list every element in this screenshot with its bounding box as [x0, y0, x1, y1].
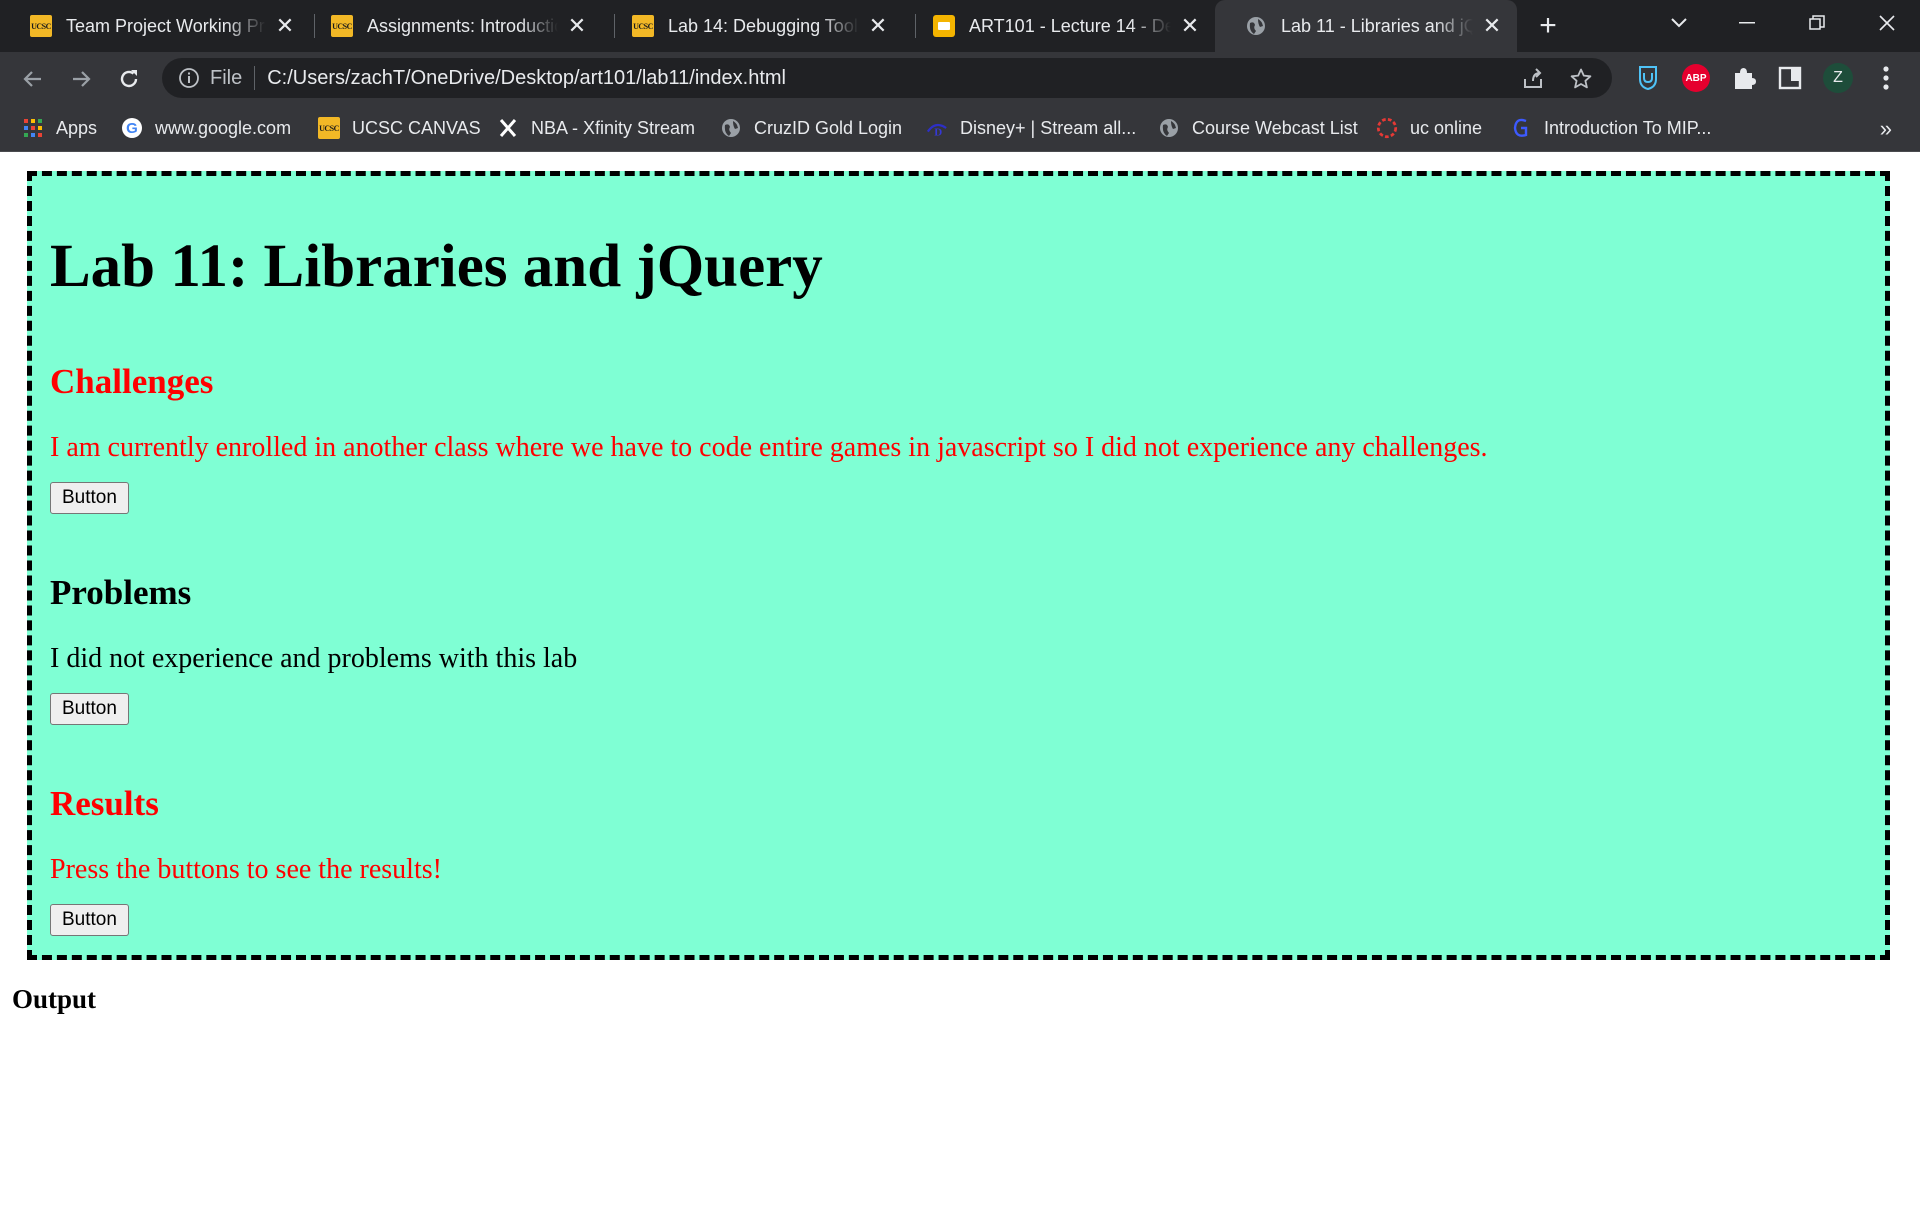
challenges-button[interactable]: Button [50, 482, 129, 514]
tab-title: Lab 11 - Libraries and jQu [1281, 15, 1473, 36]
info-icon[interactable] [178, 67, 200, 89]
results-text: Press the buttons to see the results! [50, 854, 442, 885]
globe-icon [720, 117, 742, 139]
bookmark-label: NBA - Xfinity Stream [531, 117, 696, 138]
tab-team-project[interactable]: UCSC Team Project Working Pro ✕ [0, 0, 310, 52]
problems-heading: Problems [50, 573, 192, 612]
minimize-button[interactable] [1716, 0, 1778, 46]
tab-art101-lecture[interactable]: ART101 - Lecture 14 - Del ✕ [903, 0, 1215, 52]
bookmark-mip[interactable]: Introduction To MIP... [1510, 114, 1711, 142]
adblock-plus-icon[interactable]: ABP [1680, 62, 1712, 94]
bookmark-label: UCSC CANVAS [352, 117, 481, 138]
browser-toolbar: File C:/Users/zachT/OneDrive/Desktop/art… [0, 52, 1920, 104]
close-icon[interactable]: ✕ [867, 15, 889, 37]
globe-icon [1245, 15, 1267, 37]
reading-list-icon[interactable] [1774, 62, 1806, 94]
tab-lab-11-active[interactable]: Lab 11 - Libraries and jQu ✕ [1215, 0, 1517, 52]
bookmark-course-webcast[interactable]: Course Webcast List [1158, 114, 1358, 142]
new-tab-button[interactable]: + [1530, 11, 1566, 41]
bookmark-google[interactable]: G www.google.com [121, 114, 291, 142]
slides-icon [933, 15, 955, 37]
bookmark-label: CruzID Gold Login [754, 117, 903, 138]
results-button[interactable]: Button [50, 904, 129, 936]
bookmark-label: Disney+ | Stream all... [960, 117, 1137, 138]
restore-button[interactable] [1786, 0, 1848, 46]
bookmark-nba-xfinity[interactable]: NBA - Xfinity Stream [497, 114, 695, 142]
share-icon[interactable] [1520, 66, 1546, 92]
url-text[interactable]: C:/Users/zachT/OneDrive/Desktop/art101/l… [267, 67, 786, 90]
tab-strip: UCSC Team Project Working Pro ✕ UCSC Ass… [0, 0, 1920, 52]
extensions-puzzle-icon[interactable] [1728, 62, 1760, 94]
problems-button[interactable]: Button [50, 693, 129, 725]
bookmark-label: www.google.com [155, 117, 292, 138]
bookmark-cruzid[interactable]: CruzID Gold Login [720, 114, 902, 142]
extension-shield-icon[interactable] [1632, 62, 1664, 94]
profile-avatar[interactable]: Z [1822, 62, 1854, 94]
ucsc-icon: UCSC [331, 15, 353, 37]
apps-grid-icon [22, 117, 44, 139]
close-icon[interactable]: ✕ [274, 15, 296, 37]
omnibox-divider [254, 66, 256, 90]
tab-title: Assignments: Introduction [367, 15, 558, 36]
uc-online-icon [1376, 117, 1398, 139]
problems-text: I did not experience and problems with t… [50, 643, 578, 674]
scheme-label: File [210, 66, 243, 89]
page-title: Lab 11: Libraries and jQuery [50, 233, 823, 300]
disney-icon: D [926, 117, 948, 139]
mip-icon [1510, 117, 1532, 139]
bookmark-star-icon[interactable] [1568, 66, 1594, 92]
forward-button[interactable] [64, 62, 98, 96]
close-icon[interactable]: ✕ [566, 15, 588, 37]
tab-lab-14[interactable]: UCSC Lab 14: Debugging Tools ✕ [602, 0, 903, 52]
output-heading: Output [12, 984, 97, 1014]
ucsc-icon: UCSC [632, 15, 654, 37]
reload-button[interactable] [112, 62, 146, 96]
xfinity-icon [497, 117, 519, 139]
bookmark-label: uc online [1410, 117, 1483, 138]
bookmark-disney[interactable]: D Disney+ | Stream all... [926, 114, 1136, 142]
svg-text:D: D [934, 126, 942, 138]
address-bar[interactable]: File C:/Users/zachT/OneDrive/Desktop/art… [162, 58, 1612, 98]
back-button[interactable] [16, 62, 50, 96]
challenges-heading: Challenges [50, 362, 214, 401]
bookmark-label: Apps [56, 117, 98, 138]
bookmark-label: Course Webcast List [1192, 117, 1358, 138]
tab-title: Lab 14: Debugging Tools [668, 15, 859, 36]
close-icon[interactable]: ✕ [1481, 15, 1503, 37]
close-icon[interactable]: ✕ [1179, 15, 1201, 37]
tab-assignments[interactable]: UCSC Assignments: Introduction ✕ [301, 0, 602, 52]
google-icon: G [121, 117, 143, 139]
svg-text:G: G [126, 120, 138, 137]
bookmarks-bar: Apps G www.google.com UCSC UCSC CANVAS N… [0, 104, 1920, 152]
tab-title: Team Project Working Pro [66, 15, 266, 36]
bookmarks-overflow-icon[interactable]: » [1880, 116, 1892, 142]
bookmark-uc-online[interactable]: uc online [1376, 114, 1482, 142]
tab-search-icon[interactable] [1648, 0, 1710, 46]
bookmark-label: Introduction To MIP... [1544, 117, 1712, 138]
ucsc-icon: UCSC [30, 15, 52, 37]
lab-container: Lab 11: Libraries and jQuery Challenges … [27, 171, 1890, 960]
page-viewport: Lab 11: Libraries and jQuery Challenges … [0, 153, 1920, 1208]
bookmark-apps[interactable]: Apps [22, 114, 97, 142]
ucsc-icon: UCSC [318, 117, 340, 139]
menu-kebab-icon[interactable] [1870, 62, 1902, 94]
bookmark-ucsc-canvas[interactable]: UCSC UCSC CANVAS [318, 114, 481, 142]
results-heading: Results [50, 784, 159, 823]
tab-title: ART101 - Lecture 14 - Del [969, 15, 1171, 36]
challenges-text: I am currently enrolled in another class… [50, 432, 1488, 463]
close-window-button[interactable] [1856, 0, 1918, 46]
globe-icon [1158, 117, 1180, 139]
